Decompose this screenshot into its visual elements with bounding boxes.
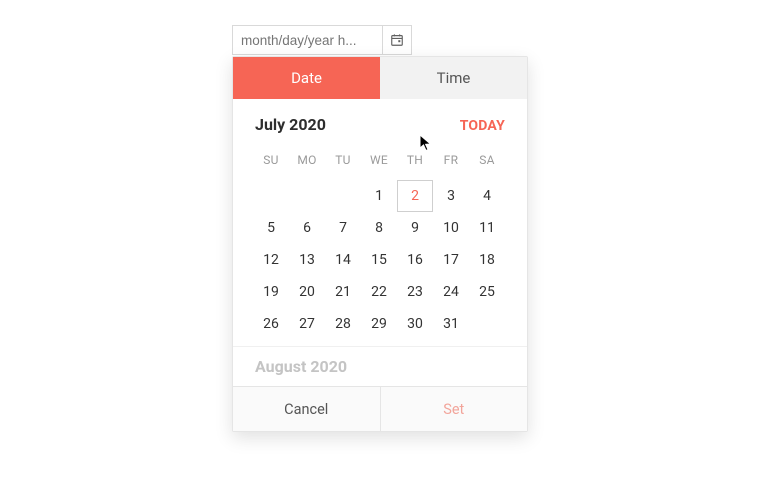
day-cell[interactable]: 21 bbox=[325, 276, 361, 308]
tabs: Date Time bbox=[233, 57, 527, 99]
month-title[interactable]: August 2020 bbox=[233, 346, 527, 386]
week-row: 1234 bbox=[253, 180, 507, 212]
weekday-row: SUMOTUWETHFRSA bbox=[253, 144, 507, 176]
set-button[interactable]: Set bbox=[380, 387, 528, 431]
day-cell[interactable]: 23 bbox=[397, 276, 433, 308]
weekday-label: TH bbox=[397, 144, 433, 176]
month-title[interactable]: July 2020 bbox=[255, 115, 326, 134]
day-cell[interactable]: 25 bbox=[469, 276, 505, 308]
day-cell[interactable]: 28 bbox=[325, 308, 361, 340]
day-cell[interactable]: 1 bbox=[361, 180, 397, 212]
day-cell[interactable]: 20 bbox=[289, 276, 325, 308]
day-cell[interactable]: 29 bbox=[361, 308, 397, 340]
weekday-label: FR bbox=[433, 144, 469, 176]
weekday-label: TU bbox=[325, 144, 361, 176]
day-cell[interactable]: 2 bbox=[397, 180, 433, 212]
day-cell[interactable]: 22 bbox=[361, 276, 397, 308]
day-cell[interactable]: 12 bbox=[253, 244, 289, 276]
day-cell[interactable]: 19 bbox=[253, 276, 289, 308]
day-cell[interactable]: 11 bbox=[469, 212, 505, 244]
day-cell[interactable]: 26 bbox=[253, 308, 289, 340]
day-cell[interactable]: 8 bbox=[361, 212, 397, 244]
datepicker-popup: Date Time July 2020TODAYSUMOTUWETHFRSA12… bbox=[232, 56, 528, 432]
day-cell[interactable]: 18 bbox=[469, 244, 505, 276]
day-cell-blank bbox=[325, 180, 361, 212]
day-cell[interactable]: 3 bbox=[433, 180, 469, 212]
day-cell[interactable]: 13 bbox=[289, 244, 325, 276]
day-cell-blank bbox=[469, 308, 505, 340]
open-picker-button[interactable] bbox=[382, 26, 411, 54]
tab-date[interactable]: Date bbox=[233, 57, 380, 99]
day-cell[interactable]: 10 bbox=[433, 212, 469, 244]
week-row: 19202122232425 bbox=[253, 276, 507, 308]
day-cell[interactable]: 30 bbox=[397, 308, 433, 340]
weekday-label: SA bbox=[469, 144, 505, 176]
day-cell[interactable]: 14 bbox=[325, 244, 361, 276]
day-cell[interactable]: 5 bbox=[253, 212, 289, 244]
day-cell[interactable]: 16 bbox=[397, 244, 433, 276]
day-cell[interactable]: 15 bbox=[361, 244, 397, 276]
day-cell[interactable]: 7 bbox=[325, 212, 361, 244]
weekday-label: SU bbox=[253, 144, 289, 176]
tab-time[interactable]: Time bbox=[380, 57, 527, 99]
day-cell[interactable]: 9 bbox=[397, 212, 433, 244]
day-cell[interactable]: 31 bbox=[433, 308, 469, 340]
cancel-button[interactable]: Cancel bbox=[233, 387, 380, 431]
day-cell[interactable]: 27 bbox=[289, 308, 325, 340]
picker-footer: Cancel Set bbox=[233, 386, 527, 431]
today-button[interactable]: TODAY bbox=[460, 118, 505, 134]
week-row: 12131415161718 bbox=[253, 244, 507, 276]
month-header: July 2020 TODAY bbox=[253, 99, 507, 144]
day-cell[interactable]: 6 bbox=[289, 212, 325, 244]
week-row: 567891011 bbox=[253, 212, 507, 244]
calendar-icon bbox=[390, 33, 404, 47]
day-cell-blank bbox=[289, 180, 325, 212]
months-container: July 2020TODAYSUMOTUWETHFRSA123456789101… bbox=[233, 99, 527, 386]
date-input[interactable] bbox=[233, 26, 382, 54]
day-cell-blank bbox=[253, 180, 289, 212]
date-input-wrapper bbox=[232, 25, 412, 55]
weekday-label: MO bbox=[289, 144, 325, 176]
month-block: July 2020TODAYSUMOTUWETHFRSA123456789101… bbox=[233, 99, 527, 346]
day-cell[interactable]: 17 bbox=[433, 244, 469, 276]
week-row: 262728293031 bbox=[253, 308, 507, 340]
day-cell[interactable]: 24 bbox=[433, 276, 469, 308]
weekday-label: WE bbox=[361, 144, 397, 176]
day-cell[interactable]: 4 bbox=[469, 180, 505, 212]
